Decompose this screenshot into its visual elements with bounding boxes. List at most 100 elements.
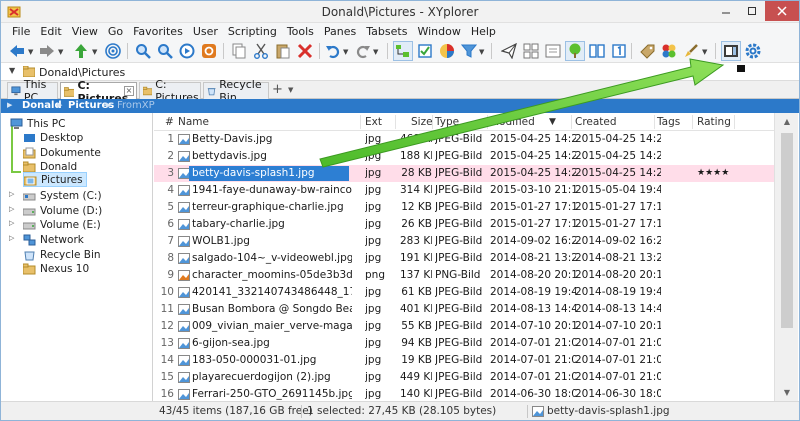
column-divider[interactable]	[692, 115, 693, 129]
tree-item-dokumente[interactable]: Dokumente	[23, 145, 101, 160]
file-rating[interactable]: ★★★★	[697, 168, 737, 178]
scroll-thumb[interactable]	[781, 133, 793, 328]
menu-favorites[interactable]: Favorites	[128, 25, 188, 38]
table-row[interactable]: 14 183-050-000031-01.jpg jpg 19 KB JPEG-Bild…	[154, 352, 774, 369]
menu-file[interactable]: File	[7, 25, 35, 38]
minimize-button[interactable]	[713, 1, 739, 21]
file-name[interactable]: Busan Bombora @ Songdo Beach.jpg	[192, 303, 352, 315]
column-divider[interactable]	[487, 115, 488, 129]
menu-help[interactable]: Help	[466, 25, 501, 38]
column-header-name[interactable]: Name	[178, 116, 209, 128]
file-name[interactable]: playarecuerdogijon (2).jpg	[192, 371, 352, 383]
column-divider[interactable]	[432, 115, 433, 129]
pane-one-button[interactable]	[609, 41, 629, 61]
table-row[interactable]: 9 character_moomins-05de3b3dafe54ddb… png 1…	[154, 267, 774, 284]
menu-edit[interactable]: Edit	[35, 25, 66, 38]
find-next-button[interactable]	[177, 41, 197, 61]
tree-item-pictures[interactable]: Pictures	[23, 172, 87, 187]
column-divider[interactable]	[395, 115, 396, 129]
delete-button[interactable]	[295, 41, 315, 61]
tab-recycle-bin[interactable]: Recycle Bin	[203, 78, 269, 104]
tree-item-network[interactable]: Network	[23, 232, 84, 247]
tree-item-volume-e[interactable]: Volume (E:)	[23, 217, 101, 232]
tab-this-pc[interactable]: This PC	[7, 78, 58, 104]
file-name[interactable]: 420141_332140743486448_1780019489003…	[192, 286, 352, 298]
preview-button[interactable]	[543, 41, 563, 61]
tabs-dropdown-icon[interactable]: ▼	[288, 86, 293, 94]
table-row[interactable]: 1 Betty-Davis.jpg jpg 468 KBJPEG-Bild 2015-0…	[154, 131, 774, 148]
file-name[interactable]: terreur-graphique-charlie.jpg	[192, 201, 352, 213]
up-dropdown-icon[interactable]: ▼	[92, 48, 97, 56]
table-row[interactable]: 5 terreur-graphique-charlie.jpg jpg 12 KB JP…	[154, 199, 774, 216]
catalog-toggle-button[interactable]	[393, 41, 413, 61]
table-row[interactable]: 12 009_vivian_maier_verve-magazine.jpg jpg…	[154, 318, 774, 335]
file-name[interactable]: character_moomins-05de3b3dafe54ddb…	[192, 269, 352, 281]
breadcrumb-donald[interactable]: Donald	[22, 100, 62, 111]
file-name[interactable]: betty-davis-splash1.jpg	[189, 166, 349, 181]
undo-button[interactable]	[323, 41, 343, 61]
file-name[interactable]: 183-050-000031-01.jpg	[192, 354, 352, 366]
tree-item-this-pc[interactable]: This PC	[10, 116, 65, 131]
target-button[interactable]	[103, 41, 123, 61]
menu-tools[interactable]: Tools	[282, 25, 319, 38]
tab-c-pictures-active[interactable]: C: Pictures ×	[60, 79, 137, 105]
scroll-down-icon[interactable]: ▼	[775, 384, 799, 401]
find-files-button[interactable]	[155, 41, 175, 61]
new-tab-icon[interactable]: +	[272, 82, 283, 97]
tree-item-volume-d[interactable]: Volume (D:)	[23, 203, 102, 218]
scroll-up-icon[interactable]: ▲	[775, 113, 799, 130]
file-name[interactable]: WOLB1.jpg	[192, 235, 352, 247]
file-name[interactable]: 6-gijon-sea.jpg	[192, 337, 352, 349]
visual-filter-button[interactable]	[459, 41, 479, 61]
up-button[interactable]	[71, 41, 91, 61]
expand-icon[interactable]: ▷	[9, 234, 14, 242]
stop-search-button[interactable]	[199, 41, 219, 61]
column-header-modified[interactable]: Modified	[490, 116, 535, 128]
copy-button[interactable]	[229, 41, 249, 61]
dual-pane-button[interactable]	[587, 41, 607, 61]
title-bar[interactable]: Donald\Pictures - XYplorer	[1, 1, 799, 23]
settings-button[interactable]	[743, 41, 763, 61]
breadcrumb-history[interactable]: FromXP	[117, 100, 155, 111]
menu-scripting[interactable]: Scripting	[223, 25, 282, 38]
column-header-num[interactable]: #	[165, 116, 174, 128]
column-divider[interactable]	[360, 115, 361, 129]
table-row[interactable]: 13 6-gijon-sea.jpg jpg 94 KB JPEG-Bild 2014-0…	[154, 335, 774, 352]
info-panel-button[interactable]	[721, 41, 741, 61]
checkbox-button[interactable]	[415, 41, 435, 61]
send-button[interactable]	[499, 41, 519, 61]
expand-icon[interactable]: ▷	[9, 219, 14, 227]
brush-dropdown-icon[interactable]: ▼	[702, 48, 707, 56]
expand-icon[interactable]: ▷	[9, 190, 14, 198]
table-row[interactable]: 11 Busan Bombora @ Songdo Beach.jpg jpg 401…	[154, 301, 774, 318]
file-name[interactable]: salgado-104~_v-videowebl.jpg	[192, 252, 352, 264]
brush-button[interactable]	[681, 41, 701, 61]
table-row[interactable]: 10 420141_332140743486448_1780019489003… j…	[154, 284, 774, 301]
undo-dropdown-icon[interactable]: ▼	[343, 48, 348, 56]
column-header-tags[interactable]: Tags	[657, 116, 680, 128]
menu-panes[interactable]: Panes	[319, 25, 361, 38]
column-divider[interactable]	[734, 115, 735, 129]
file-name[interactable]: bettydavis.jpg	[192, 150, 352, 162]
forward-dropdown-icon[interactable]: ▼	[58, 48, 63, 56]
file-name[interactable]: 1941-faye-dunaway-bw-raincoat.jpg	[192, 184, 352, 196]
table-row[interactable]: 15 playarecuerdogijon (2).jpg jpg 449 KBJPE…	[154, 369, 774, 386]
tree-button[interactable]	[565, 41, 585, 61]
paste-button[interactable]	[273, 41, 293, 61]
cut-button[interactable]	[251, 41, 271, 61]
table-row[interactable]: 3 betty-davis-splash1.jpg jpg 28 KB JPEG-Bil…	[154, 165, 774, 182]
tree-item-recycle-bin[interactable]: Recycle Bin	[23, 247, 101, 262]
column-divider[interactable]	[571, 115, 572, 129]
column-header-size[interactable]: Size	[411, 116, 433, 128]
file-name[interactable]: tabary-charlie.jpg	[192, 218, 352, 230]
tab-close-icon[interactable]: ×	[124, 86, 134, 96]
table-row[interactable]: 16 Ferrari-250-GTO_2691145b.jpg jpg 140 KBJ…	[154, 386, 774, 401]
expand-icon[interactable]: ▷	[9, 205, 14, 213]
column-divider[interactable]	[654, 115, 655, 129]
file-name[interactable]: Ferrari-250-GTO_2691145b.jpg	[192, 388, 352, 400]
file-name[interactable]: 009_vivian_maier_verve-magazine.jpg	[192, 320, 352, 332]
tab-c-pictures[interactable]: C: Pictures	[139, 78, 201, 104]
back-button[interactable]	[7, 41, 27, 61]
close-button[interactable]	[765, 1, 799, 21]
redo-dropdown-icon[interactable]: ▼	[373, 48, 378, 56]
